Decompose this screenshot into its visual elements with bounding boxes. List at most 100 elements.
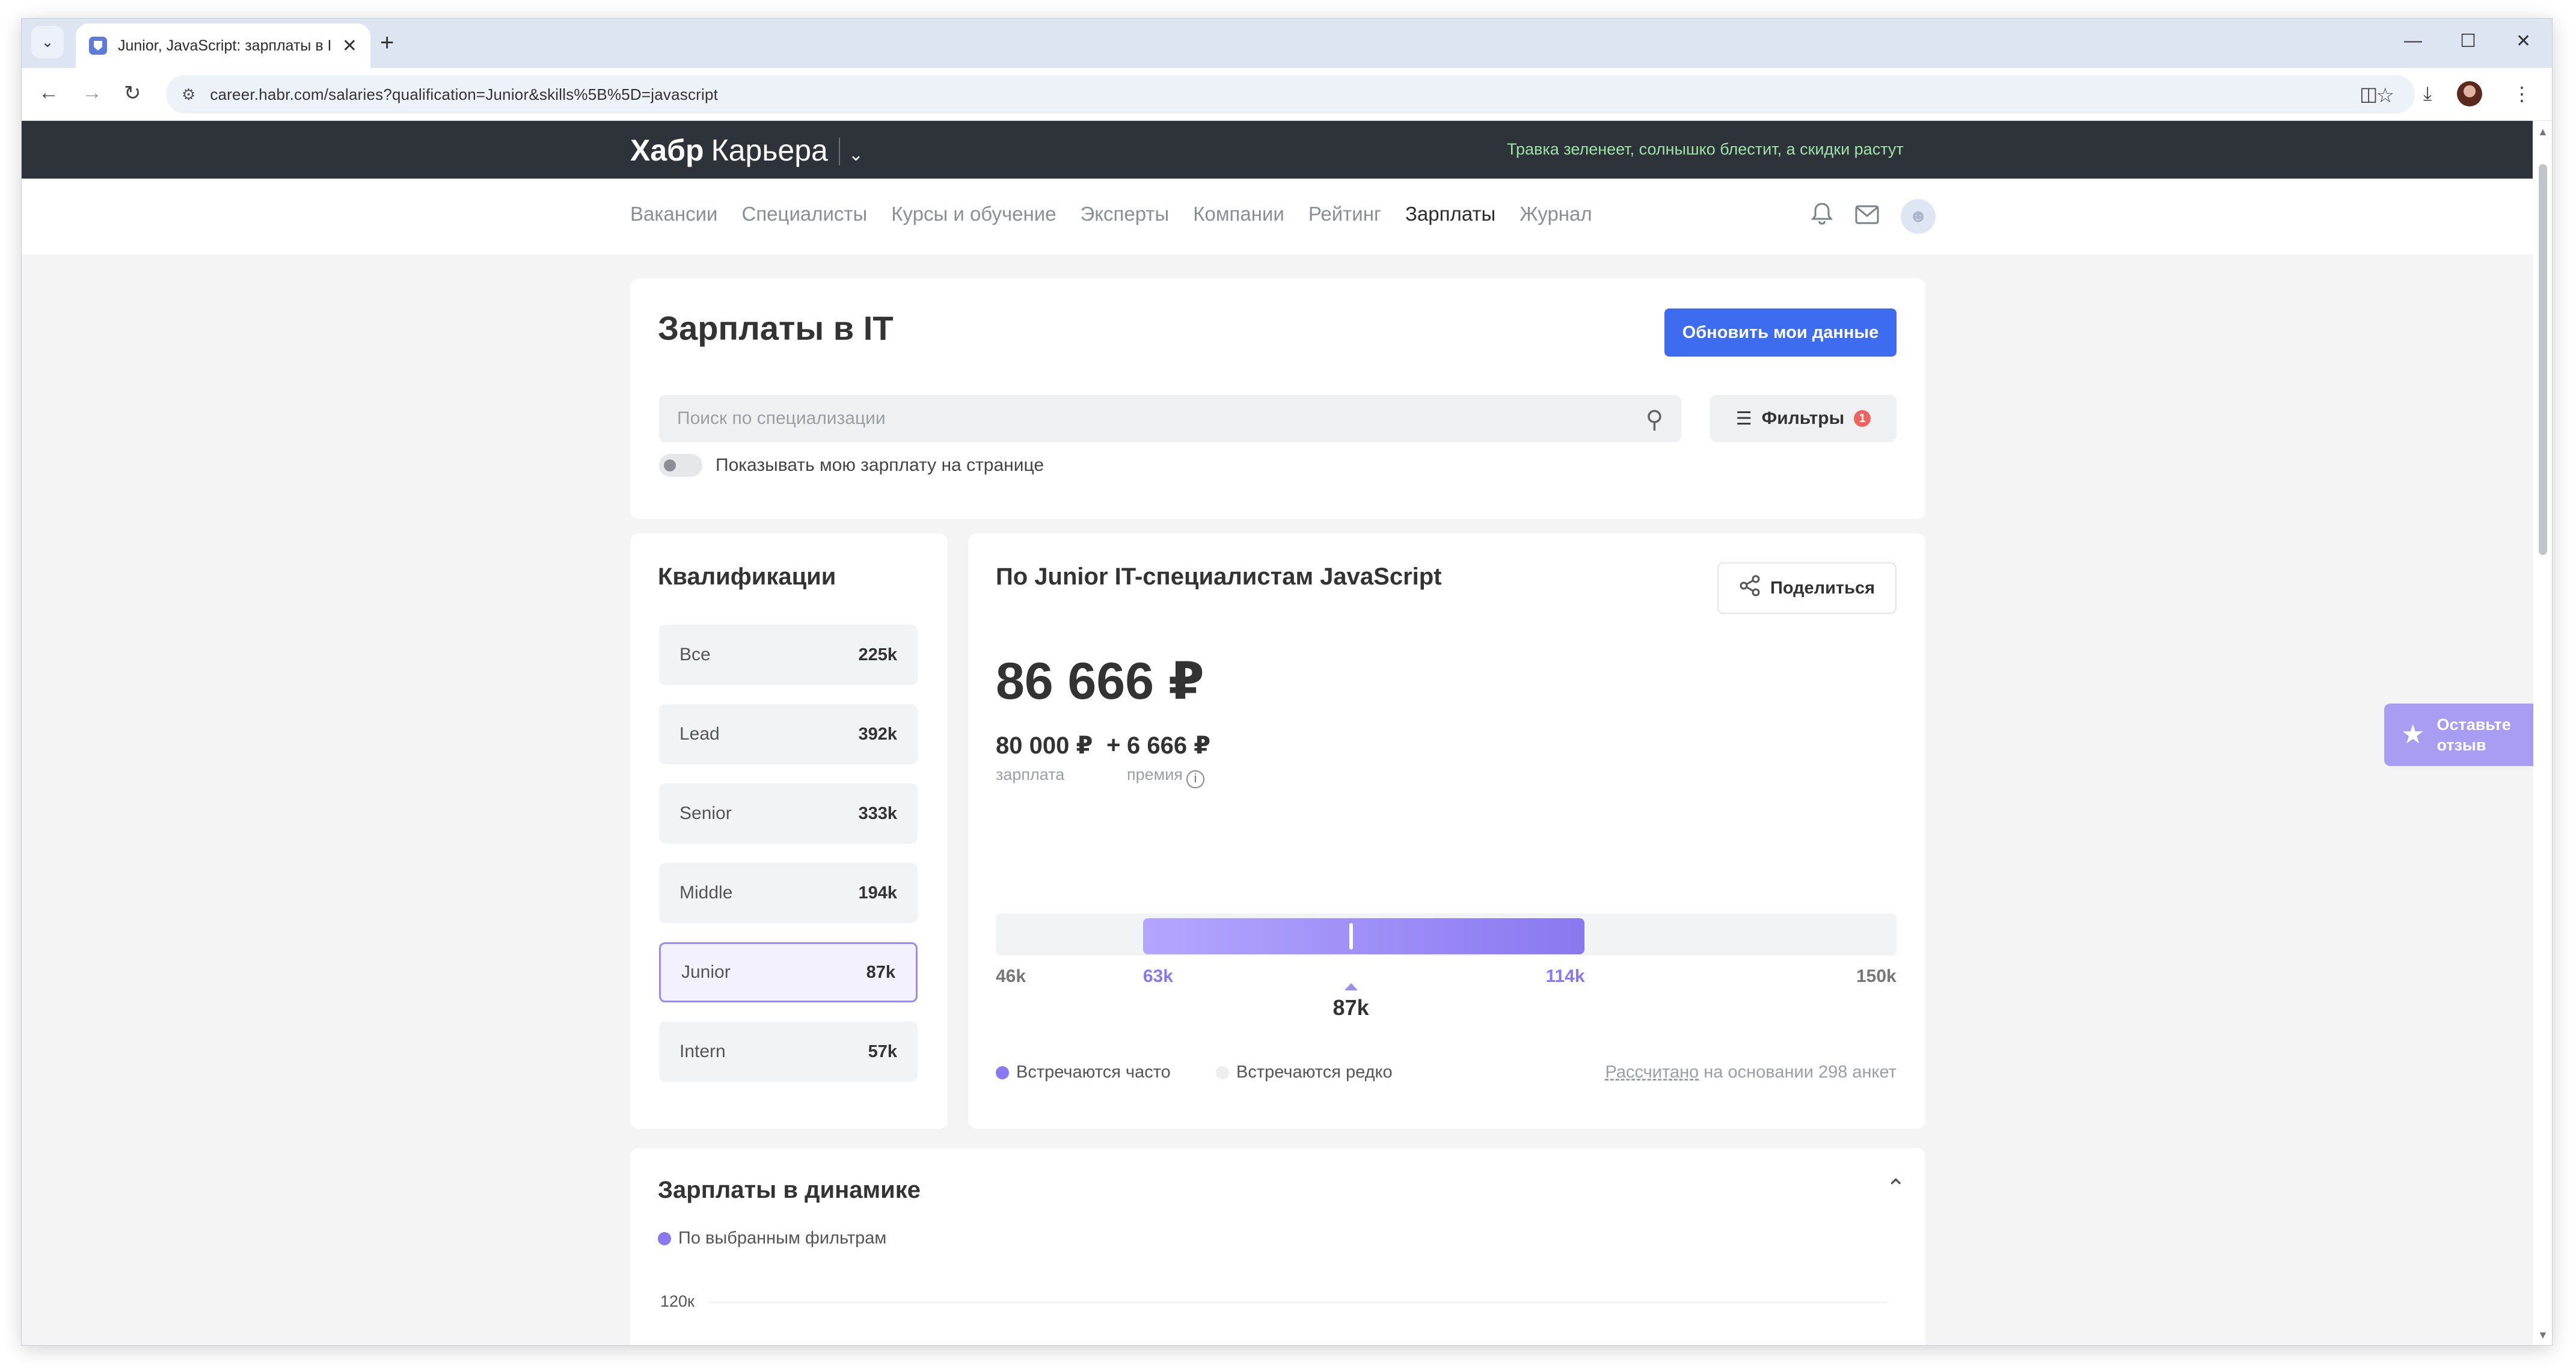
forward-arrow-icon[interactable]: → bbox=[82, 81, 102, 105]
download-icon[interactable]: ⤓ bbox=[2423, 82, 2432, 105]
logo-divider bbox=[838, 138, 840, 165]
median-pointer-icon bbox=[1344, 983, 1358, 990]
feedback-label: Оставьте отзыв bbox=[2436, 714, 2510, 755]
nav-item-journal[interactable]: Журнал bbox=[1520, 203, 1592, 225]
nav-item-vacancies[interactable]: Вакансии bbox=[630, 203, 717, 225]
bookmark-star-icon[interactable]: ☆ bbox=[2376, 84, 2394, 108]
median-marker bbox=[1349, 923, 1353, 949]
feedback-line1: Оставьте bbox=[2436, 716, 2511, 734]
legend-often-label: Встречаются часто bbox=[1016, 1063, 1171, 1082]
chevron-down-icon[interactable]: ⌄ bbox=[848, 144, 863, 165]
filters-button[interactable]: ☰ Фильтры 1 bbox=[1710, 395, 1897, 442]
nav-item-experts[interactable]: Эксперты bbox=[1081, 203, 1170, 225]
logo-bold: Хабр bbox=[630, 133, 704, 167]
qualification-value: 194k bbox=[858, 883, 897, 903]
scale-min-label: 46k bbox=[996, 966, 1026, 986]
new-tab-button[interactable]: + bbox=[380, 29, 394, 56]
chart-gridline bbox=[708, 1302, 1887, 1303]
qualification-label: Junior bbox=[681, 962, 731, 982]
mail-icon[interactable] bbox=[1855, 203, 1879, 230]
user-avatar[interactable]: ☻ bbox=[1901, 199, 1936, 234]
site-info-icon[interactable]: ⚙ bbox=[182, 85, 195, 104]
address-bar[interactable]: ⚙ career.habr.com/salaries?qualification… bbox=[166, 75, 2415, 114]
median-label: 87k bbox=[1332, 995, 1369, 1020]
scroll-up-arrow-icon[interactable]: ▲ bbox=[2538, 126, 2548, 138]
feedback-button[interactable]: ★ Оставьте отзыв bbox=[2384, 704, 2533, 766]
common-salary-range bbox=[1142, 918, 1585, 954]
tab-search-button[interactable]: ⌄ bbox=[31, 26, 64, 58]
dynamics-legend-dot bbox=[658, 1231, 671, 1245]
nav-item-specialists[interactable]: Специалисты bbox=[741, 203, 867, 225]
legend-rare-dot bbox=[1216, 1066, 1229, 1079]
search-icon[interactable]: ⚲ bbox=[1646, 406, 1663, 434]
dynamics-title: Зарплаты в динамике bbox=[658, 1177, 921, 1203]
minimize-icon[interactable]: — bbox=[2404, 31, 2422, 51]
qualification-value: 333k bbox=[858, 803, 897, 823]
promo-banner[interactable]: Травка зеленеет, солнышко блестит, а ски… bbox=[1507, 140, 1904, 159]
close-icon[interactable]: ✕ bbox=[342, 35, 357, 57]
qualifications-title: Квалификации bbox=[658, 563, 836, 590]
legend-often-dot bbox=[996, 1066, 1009, 1079]
extensions-icon[interactable]: ◫ bbox=[2360, 82, 2378, 105]
nav-item-companies[interactable]: Компании bbox=[1193, 203, 1284, 225]
sliders-icon: ☰ bbox=[1735, 408, 1752, 429]
profile-avatar[interactable] bbox=[2457, 81, 2482, 106]
specialization-search-input[interactable]: Поиск по специализации ⚲ bbox=[659, 395, 1681, 442]
show-my-salary-toggle[interactable] bbox=[659, 454, 702, 477]
qualification-item-intern[interactable]: Intern 57k bbox=[659, 1022, 918, 1082]
qualifications-card: Квалификации Все 225k Lead 392k Senior 3… bbox=[630, 533, 948, 1129]
legend-rare: Встречаются редко bbox=[1216, 1063, 1393, 1082]
site-navigation: Вакансии Специалисты Курсы и обучение Эк… bbox=[22, 179, 2533, 254]
qualification-label: Intern bbox=[679, 1041, 726, 1061]
search-placeholder: Поиск по специализации bbox=[677, 408, 886, 428]
filters-count-badge: 1 bbox=[1854, 410, 1871, 427]
qualification-label: Middle bbox=[679, 883, 733, 903]
more-menu-icon[interactable]: ⋮ bbox=[2512, 82, 2532, 105]
qualification-value: 392k bbox=[858, 724, 897, 744]
nav-item-courses[interactable]: Курсы и обучение bbox=[891, 203, 1056, 225]
chevron-up-icon[interactable]: ⌃ bbox=[1886, 1174, 1906, 1202]
calculated-link[interactable]: Рассчитано bbox=[1605, 1063, 1699, 1082]
scale-q1-label: 63k bbox=[1142, 966, 1173, 986]
page-scrollbar[interactable]: ▲ ▼ bbox=[2533, 121, 2552, 1345]
tab-title: Junior, JavaScript: зарплаты в I bbox=[118, 37, 332, 54]
show-my-salary-label: Показывать мою зарплату на странице bbox=[716, 455, 1044, 475]
salary-summary-card: По Junior IT-специалистам JavaScript Под… bbox=[968, 533, 1925, 1129]
sample-size-text: на основании 298 анкет bbox=[1699, 1063, 1897, 1082]
filters-label: Фильтры bbox=[1761, 408, 1845, 428]
maximize-icon[interactable]: ☐ bbox=[2460, 31, 2476, 52]
scale-max-label: 150k bbox=[1856, 966, 1897, 986]
salaries-header-card: Зарплаты в IT Обновить мои данные Поиск … bbox=[630, 278, 1925, 519]
scale-q3-label: 114k bbox=[1545, 966, 1585, 986]
feedback-line2: отзыв bbox=[2436, 736, 2486, 754]
nav-item-salaries[interactable]: Зарплаты bbox=[1405, 203, 1495, 225]
qualification-item-lead[interactable]: Lead 392k bbox=[659, 704, 918, 764]
nav-icons: ☻ bbox=[1811, 199, 1936, 234]
tab-strip: ⌄ Junior, JavaScript: зарплаты в I ✕ + —… bbox=[22, 19, 2552, 68]
salary-dynamics-card: Зарплаты в динамике ⌃ По выбранным фильт… bbox=[630, 1148, 1925, 1345]
salary-range-scale: 46k 63k 114k 150k 87k bbox=[996, 533, 1897, 1129]
bell-icon[interactable] bbox=[1811, 201, 1833, 232]
back-arrow-icon[interactable]: ← bbox=[38, 81, 59, 105]
browser-toolbar: ← → ↻ ⚙ career.habr.com/salaries?qualifi… bbox=[22, 68, 2552, 121]
y-axis-label: 120к bbox=[660, 1292, 695, 1310]
reload-icon[interactable]: ↻ bbox=[124, 81, 141, 105]
site-top-header: Хабр Карьера ⌄ Травка зеленеет, солнышко… bbox=[22, 121, 2533, 179]
window-close-icon[interactable]: ✕ bbox=[2516, 31, 2531, 52]
qualification-item-all[interactable]: Все 225k bbox=[659, 625, 918, 685]
qualification-item-junior[interactable]: Junior 87k bbox=[659, 942, 918, 1002]
qualification-value: 57k bbox=[868, 1041, 897, 1061]
dynamics-legend-label: По выбранным фильтрам bbox=[678, 1228, 887, 1248]
legend-rare-label: Встречаются редко bbox=[1236, 1063, 1393, 1082]
qualification-item-senior[interactable]: Senior 333k bbox=[659, 784, 918, 844]
site-logo[interactable]: Хабр Карьера ⌄ bbox=[630, 133, 863, 168]
browser-tab[interactable]: Junior, JavaScript: зарплаты в I ✕ bbox=[76, 23, 370, 68]
nav-item-rating[interactable]: Рейтинг bbox=[1308, 203, 1381, 225]
chevron-down-icon: ⌄ bbox=[41, 34, 54, 51]
dynamics-legend: По выбранным фильтрам bbox=[658, 1228, 886, 1248]
qualification-item-middle[interactable]: Middle 194k bbox=[659, 863, 918, 923]
update-data-button[interactable]: Обновить мои данные bbox=[1664, 308, 1897, 357]
scrollbar-thumb[interactable] bbox=[2539, 164, 2547, 555]
nav-menu: Вакансии Специалисты Курсы и обучение Эк… bbox=[630, 203, 1592, 225]
scroll-down-arrow-icon[interactable]: ▼ bbox=[2538, 1329, 2548, 1342]
